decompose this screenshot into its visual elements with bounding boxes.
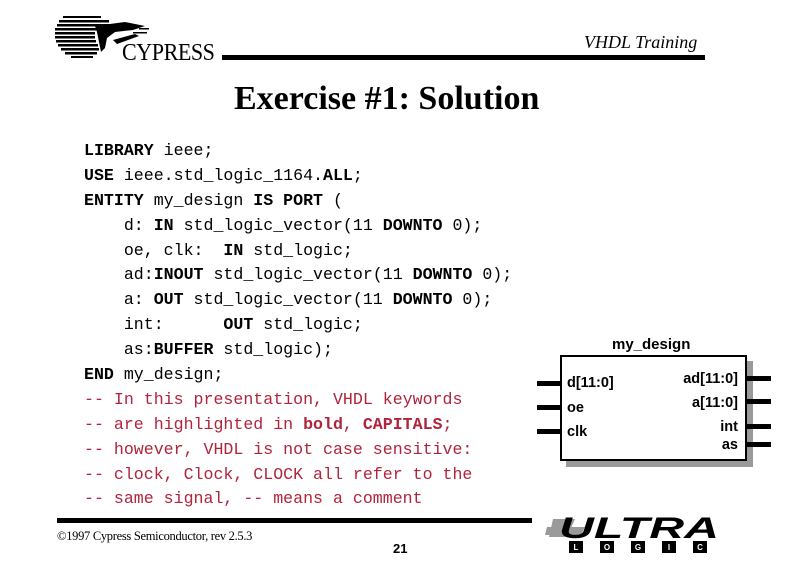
copyright-text: ©1997 Cypress Semiconductor, rev 2.5.3	[57, 529, 253, 543]
input-pin-clk	[537, 429, 560, 434]
output-label-a: a[11:0]	[692, 395, 738, 411]
code-keyword: END	[84, 365, 114, 385]
code-text: ,	[342, 414, 363, 434]
code-text: std_logic);	[213, 340, 333, 360]
code-text: -- same signal, -- means a comment	[84, 489, 423, 509]
code-text: a:	[84, 290, 154, 310]
code-text: -- clock, Clock, CLOCK all refer to the	[84, 464, 473, 484]
output-pin-int	[745, 424, 771, 429]
code-line: USE ieee.std_logic_1164.ALL;	[84, 164, 512, 189]
footer-divider	[57, 518, 532, 523]
code-text: std_logic_vector(11	[173, 215, 383, 235]
input-label-oe: oe	[567, 400, 584, 416]
code-keyword: bold	[303, 414, 343, 434]
code-line: a: OUT std_logic_vector(11 DOWNTO 0);	[84, 288, 512, 313]
ultra-logo-text: ULTRA	[559, 513, 719, 545]
input-pin-oe	[537, 405, 560, 410]
code-keyword: LIBRARY	[84, 141, 154, 160]
output-pin-as	[745, 442, 771, 447]
code-line: END my_design;	[84, 363, 512, 388]
code-keyword: ALL	[323, 165, 353, 185]
course-title: VHDL Training	[584, 32, 698, 52]
ultra-logo-sub-letter: C	[697, 543, 703, 552]
code-line: LIBRARY ieee;	[84, 139, 512, 164]
code-text: std_logic_vector(11	[203, 265, 413, 285]
code-keyword: INOUT	[153, 265, 204, 285]
input-label-d: d[11:0]	[567, 375, 614, 391]
code-comment-line: -- however, VHDL is not case sensitive:	[84, 438, 512, 463]
code-text: ieee;	[153, 141, 214, 160]
ultra-logo-sub-letter: G	[635, 543, 641, 552]
code-line: int: OUT std_logic;	[84, 313, 512, 338]
code-comment-line: -- In this presentation, VHDL keywords	[84, 388, 512, 413]
code-text: std_logic;	[243, 240, 353, 260]
code-keyword: USE	[84, 165, 114, 185]
code-text: ieee.std_logic_1164.	[113, 165, 323, 185]
code-comment-line: -- same signal, -- means a comment	[84, 487, 512, 512]
code-line: ENTITY my_design IS PORT (	[84, 189, 512, 214]
input-label-clk: clk	[567, 424, 588, 440]
code-text: as:	[84, 340, 154, 360]
code-keyword: IS PORT	[253, 190, 324, 210]
code-keyword: IN	[153, 215, 174, 235]
code-line: oe, clk: IN std_logic;	[84, 239, 512, 264]
code-text: ;	[442, 414, 453, 434]
input-pin-d	[537, 381, 560, 386]
output-pin-ad	[745, 376, 771, 381]
code-text: 0);	[452, 290, 493, 310]
code-text: 0);	[472, 265, 513, 285]
code-text: my_design;	[113, 365, 224, 385]
code-keyword: CAPITALS	[362, 414, 443, 434]
code-text: -- however, VHDL is not case sensitive:	[84, 439, 473, 459]
output-label-ad: ad[11:0]	[683, 371, 738, 387]
code-keyword: IN	[223, 240, 244, 260]
code-line: d: IN std_logic_vector(11 DOWNTO 0);	[84, 214, 512, 239]
code-keyword: OUT	[223, 315, 254, 335]
ultra-logo-sub-letter: I	[668, 543, 670, 552]
output-label-int: int	[720, 419, 738, 435]
vhdl-code-block: LIBRARY ieee; USE ieee.std_logic_1164.ALL…	[84, 139, 512, 512]
code-keyword: DOWNTO	[412, 265, 473, 285]
code-text: oe, clk:	[84, 240, 224, 260]
code-text: d:	[84, 215, 154, 235]
code-text: ;	[352, 165, 363, 185]
code-keyword: OUT	[153, 290, 184, 310]
code-keyword: DOWNTO	[382, 215, 443, 235]
output-label-as: as	[721, 437, 738, 453]
code-text: int:	[84, 315, 224, 335]
ultra-logo-sub-letter: O	[604, 543, 610, 552]
slide-title: Exercise #1: Solution	[234, 80, 540, 117]
code-keyword: DOWNTO	[392, 290, 453, 310]
code-text: ad:	[84, 265, 154, 285]
code-text: 0);	[442, 215, 483, 235]
page-number: 21	[393, 541, 408, 556]
code-text: -- are highlighted in	[84, 414, 304, 434]
output-pin-a	[745, 399, 771, 404]
code-keyword: ENTITY	[84, 190, 144, 210]
code-text: std_logic_vector(11	[183, 290, 393, 310]
code-comment-line: -- clock, Clock, CLOCK all refer to the	[84, 463, 512, 488]
header-divider	[222, 55, 705, 60]
ultra-logo-sub-letter: L	[574, 543, 579, 552]
ultra-logic-logo: ULTRA L O G I C	[545, 513, 719, 553]
code-text: my_design	[143, 190, 254, 210]
entity-name-label: my_design	[612, 336, 691, 353]
code-line: ad:INOUT std_logic_vector(11 DOWNTO 0);	[84, 263, 512, 288]
code-comment-line: -- are highlighted in bold, CAPITALS;	[84, 413, 512, 438]
code-keyword: BUFFER	[153, 340, 214, 360]
code-text: (	[323, 190, 343, 210]
code-line: as:BUFFER std_logic);	[84, 338, 512, 363]
code-text: std_logic;	[253, 315, 363, 335]
cypress-logo-text: CYPRESS	[122, 40, 215, 66]
code-text: -- In this presentation, VHDL keywords	[84, 389, 463, 409]
